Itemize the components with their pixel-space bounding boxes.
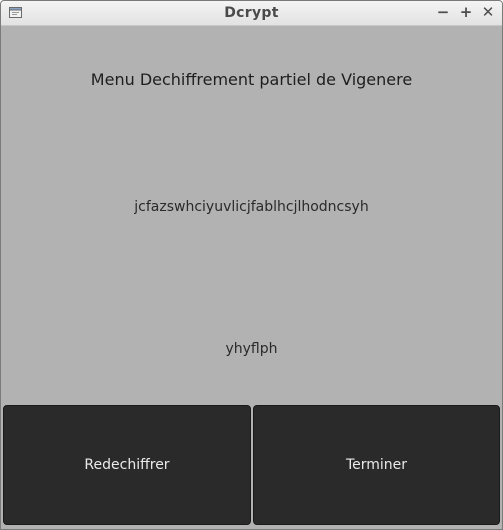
maximize-icon[interactable]: + (458, 4, 474, 20)
key-label: yhyflph (225, 341, 278, 357)
terminer-button[interactable]: Terminer (253, 405, 500, 525)
menu-heading: Menu Dechiffrement partiel de Vigenere (90, 70, 413, 89)
window-title: Dcrypt (224, 5, 279, 21)
redechiffrer-button[interactable]: Redechiffrer (3, 405, 251, 525)
app-window: Dcrypt − + ✕ Menu Dechiffrement partiel … (0, 0, 503, 530)
close-icon[interactable]: ✕ (480, 4, 496, 20)
ciphertext-label: jcfazswhciyuvlicjfablhcjlhodncsyh (134, 199, 369, 215)
title-bar[interactable]: Dcrypt − + ✕ (1, 1, 502, 26)
minimize-icon[interactable]: − (435, 4, 451, 20)
